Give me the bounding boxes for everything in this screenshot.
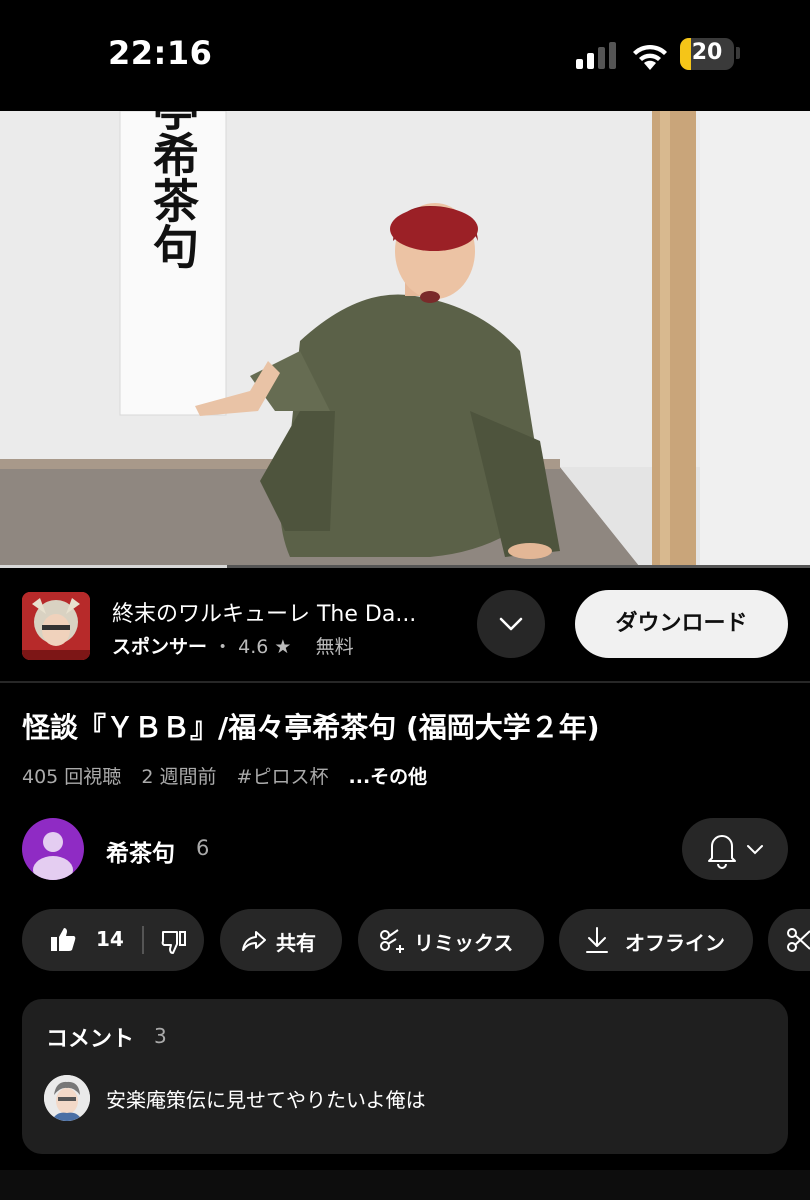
bottom-edge bbox=[0, 1170, 810, 1200]
comments-header: コメント bbox=[46, 1027, 135, 1052]
section-divider bbox=[0, 681, 810, 683]
sponsor-label: スポンサー bbox=[112, 636, 208, 658]
subscription-bell-button[interactable] bbox=[682, 818, 788, 880]
bell-icon bbox=[708, 835, 763, 869]
commenter-avatar bbox=[44, 1075, 90, 1121]
battery-cap bbox=[736, 47, 740, 59]
ad-expand-button[interactable] bbox=[477, 590, 545, 658]
ad-app-icon bbox=[22, 592, 90, 660]
share-label: 共有 bbox=[276, 931, 316, 955]
star-icon: ★ bbox=[274, 636, 292, 658]
ad-title[interactable]: 終末のワルキューレ The Da... bbox=[112, 596, 462, 628]
battery-indicator: 20 bbox=[680, 38, 734, 70]
like-dislike-chip[interactable]: 14 bbox=[22, 909, 204, 971]
ad-rating: 4.6 bbox=[238, 636, 269, 658]
video-player[interactable]: 福々亭希茶句 bbox=[0, 111, 810, 567]
more-link[interactable]: ...その他 bbox=[349, 766, 428, 788]
remix-icon bbox=[380, 929, 404, 953]
hashtag-link[interactable]: #ピロス杯 bbox=[237, 766, 329, 788]
remix-button[interactable]: リミックス bbox=[358, 909, 544, 971]
chip-divider bbox=[142, 926, 144, 954]
meta-separator: ・ bbox=[213, 636, 233, 658]
share-button[interactable]: 共有 bbox=[220, 909, 342, 971]
battery-level: 20 bbox=[691, 40, 723, 65]
scroll-calligraphy: 福々亭希茶句 bbox=[146, 111, 200, 269]
cellular-signal-icon bbox=[576, 42, 616, 69]
top-comment-text: 安楽庵策伝に見せてやりたいよ俺は bbox=[106, 1088, 426, 1112]
scissors-icon bbox=[787, 928, 810, 952]
channel-avatar[interactable] bbox=[22, 818, 84, 880]
video-frame: 福々亭希茶句 bbox=[0, 111, 810, 567]
like-icon[interactable] bbox=[48, 925, 78, 955]
download-icon bbox=[586, 927, 608, 953]
dislike-icon[interactable] bbox=[160, 927, 188, 955]
share-icon bbox=[242, 931, 266, 951]
view-count: 405 回視聴 bbox=[22, 766, 122, 788]
chevron-down-icon bbox=[499, 617, 523, 631]
remix-label: リミックス bbox=[414, 931, 514, 955]
default-avatar-icon bbox=[33, 832, 73, 880]
channel-name[interactable]: 希茶句 bbox=[106, 834, 175, 868]
offline-download-button[interactable]: オフライン bbox=[559, 909, 753, 971]
wifi-icon bbox=[633, 44, 667, 70]
comments-count: 3 bbox=[154, 1024, 167, 1048]
ad-meta: スポンサー ・ 4.6 ★ 無料 bbox=[112, 632, 354, 659]
sponsored-ad[interactable]: 終末のワルキューレ The Da... スポンサー ・ 4.6 ★ 無料 ダウン… bbox=[0, 568, 810, 681]
subscriber-count: 6 bbox=[196, 836, 210, 860]
comments-panel[interactable]: コメント 3 安楽庵策伝に見せてやりたいよ俺は bbox=[22, 999, 788, 1154]
ad-download-button[interactable]: ダウンロード bbox=[575, 590, 788, 658]
video-meta[interactable]: 405 回視聴 2 週間前 #ピロス杯 ...その他 bbox=[22, 762, 441, 789]
like-count: 14 bbox=[96, 927, 124, 951]
video-title[interactable]: 怪談『ＹＢＢ』/福々亭希茶句 (福岡大学２年) bbox=[22, 706, 792, 746]
status-time: 22:16 bbox=[108, 34, 213, 72]
status-bar: 22:16 20 bbox=[0, 0, 810, 110]
ad-price: 無料 bbox=[315, 636, 354, 658]
clip-button[interactable] bbox=[768, 909, 810, 971]
upload-age: 2 週間前 bbox=[141, 766, 217, 788]
offline-label: オフライン bbox=[625, 931, 725, 955]
